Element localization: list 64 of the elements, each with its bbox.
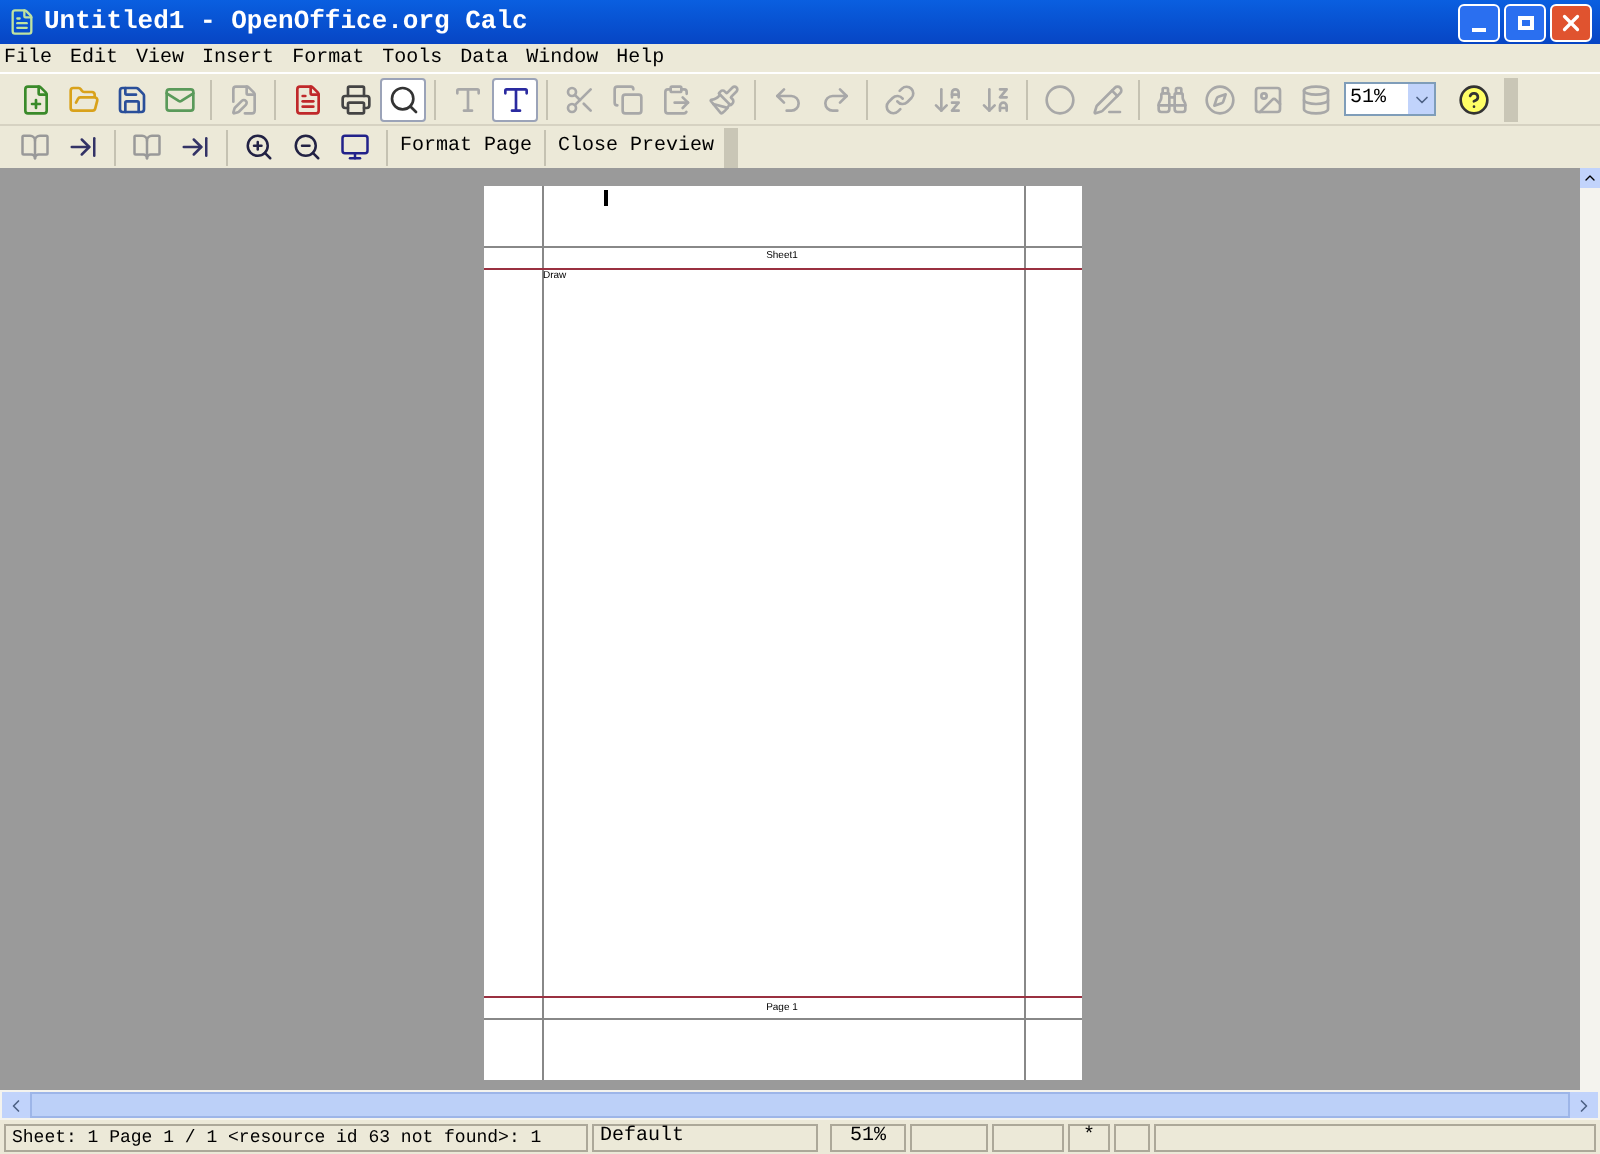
preview-toolbar-button[interactable]: Format Page	[396, 127, 537, 167]
last-page-icon	[180, 132, 210, 162]
folder-icon	[67, 83, 99, 115]
menu-item[interactable]: Window	[526, 43, 599, 73]
window-title: Untitled1 - OpenOffice.org Calc	[44, 4, 528, 41]
printer-icon	[339, 83, 371, 115]
edit-document-icon	[227, 83, 259, 115]
menu-item[interactable]: Data	[460, 43, 509, 73]
spreadsheet-app-icon	[8, 8, 36, 36]
sort-ascending-icon	[931, 83, 963, 115]
binoculars-icon	[1155, 83, 1187, 115]
page-preview-icon	[387, 83, 419, 115]
close-icon	[1558, 9, 1584, 35]
help-icon[interactable]	[1458, 83, 1490, 115]
menu-item[interactable]: View	[136, 43, 185, 73]
zoom-field[interactable]: 51%	[1344, 82, 1436, 116]
chevron-up-icon	[1582, 170, 1598, 186]
sort-descending-icon	[979, 83, 1011, 115]
page-preview-button[interactable]	[380, 77, 426, 121]
status-pane	[1114, 1123, 1150, 1151]
database-icon	[1299, 83, 1331, 115]
status-pane	[910, 1123, 988, 1151]
envelope-icon	[163, 83, 195, 115]
redo-icon	[819, 83, 851, 115]
restore-button[interactable]	[1504, 3, 1546, 41]
menu-item[interactable]: File	[4, 43, 53, 73]
next-page-icon	[68, 132, 98, 162]
scissors-icon	[563, 83, 595, 115]
hyperlink-icon	[883, 83, 915, 115]
horizontal-scrollbar[interactable]	[0, 1090, 1600, 1120]
full-screen-icon	[340, 132, 370, 162]
status-info: Sheet: 1 Page 1 / 1 <resource id 63 not found>: 1	[4, 1123, 588, 1151]
circle-icon	[1043, 83, 1075, 115]
spelling-icon	[451, 83, 483, 115]
modified-indicator: *	[1068, 1123, 1110, 1151]
pdf-document-icon	[291, 83, 323, 115]
autospell-icon	[499, 83, 531, 115]
undo-icon	[771, 83, 803, 115]
page-style[interactable]: Default	[592, 1123, 818, 1151]
close-button[interactable]	[1550, 3, 1592, 41]
compass-icon	[1203, 83, 1235, 115]
menu-item[interactable]: Tools	[382, 43, 443, 73]
pencil-icon	[1091, 83, 1123, 115]
paste-icon	[659, 83, 691, 115]
text-cursor-icon	[603, 190, 607, 206]
dropdown-button[interactable]	[1408, 84, 1434, 114]
menu-item[interactable]: Insert	[202, 43, 275, 73]
brush-icon	[707, 83, 739, 115]
status-pane	[992, 1123, 1064, 1151]
minimize-button[interactable]	[1458, 3, 1500, 41]
preview-toolbar-button[interactable]: Close Preview	[554, 127, 719, 167]
menu-item[interactable]: Format	[292, 43, 365, 73]
toolbar-overflow-handle[interactable]	[724, 127, 739, 167]
menu-item[interactable]: Edit	[70, 43, 119, 73]
menu-item[interactable]: Help	[616, 43, 665, 73]
zoom-status[interactable]: 51%	[830, 1123, 906, 1151]
autospell-button[interactable]	[492, 77, 538, 121]
zoom-out-icon	[292, 132, 322, 162]
new-document-icon	[19, 83, 51, 115]
vertical-scrollbar[interactable]	[1580, 168, 1600, 1090]
toolbar-overflow-handle[interactable]	[1504, 77, 1518, 121]
zoom-in-icon	[244, 132, 274, 162]
gallery-icon	[1251, 83, 1283, 115]
copy-icon	[611, 83, 643, 115]
